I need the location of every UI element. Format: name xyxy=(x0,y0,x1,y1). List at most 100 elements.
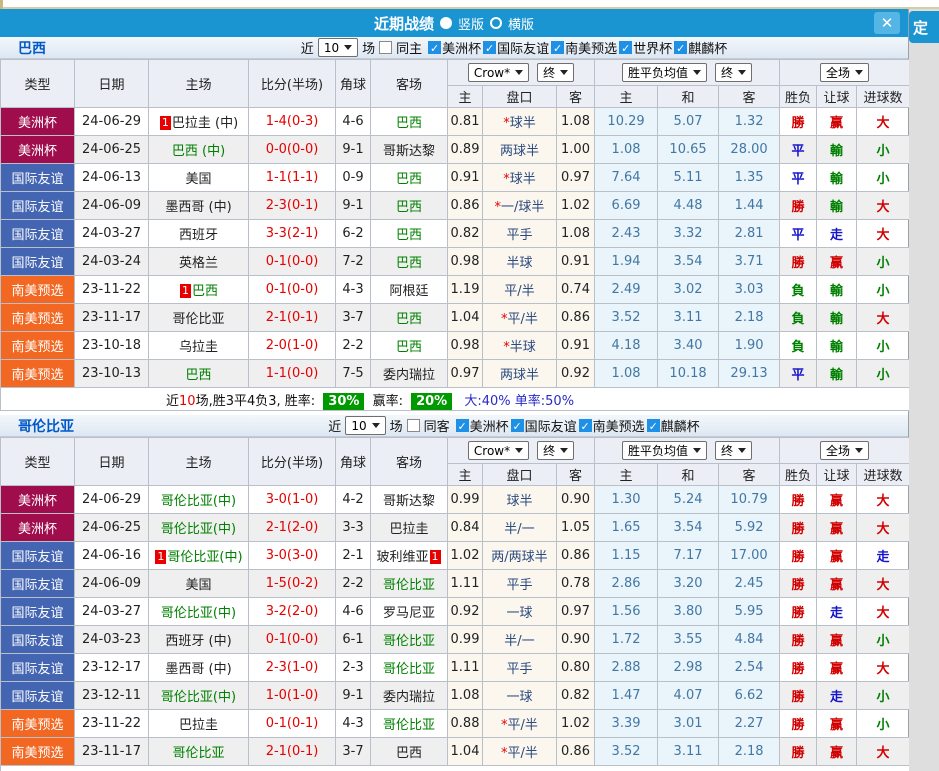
same-venue-checkbox[interactable] xyxy=(379,41,393,54)
layout-mode-group: 近期战绩 竖版 横版 xyxy=(374,13,534,34)
result-flag: 勝 xyxy=(779,737,818,766)
corner-count: 2-2 xyxy=(335,569,371,598)
away-team: 哥伦比亚 xyxy=(370,625,448,654)
mean-home: 10.29 xyxy=(594,107,659,136)
match-score: 0-1(0-0) xyxy=(248,247,336,276)
away-team: 巴西 xyxy=(370,107,448,136)
star-mark: * xyxy=(501,746,508,761)
handicap-result-flag: 赢 xyxy=(816,625,858,654)
mean-draw: 3.32 xyxy=(657,219,720,248)
team-filter-bar: 哥伦比亚 近 10 场 同客 ✓ 美洲杯 ✓ 国际友谊 ✓ 南美预选 ✓ 麒麟杯 xyxy=(0,415,908,437)
league-label: 美洲杯 xyxy=(442,42,482,57)
scope-select[interactable]: 全场 xyxy=(820,441,870,460)
match-score: 2-1(0-1) xyxy=(248,737,336,766)
close-icon[interactable]: ✕ xyxy=(874,12,900,34)
match-type-badge: 南美预选 xyxy=(0,737,75,766)
col-type: 类型 xyxy=(0,437,75,486)
scope-select[interactable]: 全场 xyxy=(820,63,870,82)
league-checkbox[interactable]: ✓ xyxy=(551,41,565,55)
league-checkbox[interactable]: ✓ xyxy=(428,41,442,55)
col-score: 比分(半场) xyxy=(248,59,336,108)
league-checkbox[interactable]: ✓ xyxy=(619,41,633,55)
league-checkbox[interactable]: ✓ xyxy=(578,419,592,433)
goals-flag: 小 xyxy=(856,681,911,710)
odds-time-select[interactable]: 终 xyxy=(537,63,575,82)
top-edge-strip xyxy=(0,0,939,9)
corner-count: 4-3 xyxy=(335,275,371,304)
same-venue-label: 同客 xyxy=(423,420,450,435)
league-checkbox[interactable]: ✓ xyxy=(646,419,660,433)
mean-type-select[interactable]: 胜平负均值 xyxy=(622,441,708,460)
match-count-select[interactable]: 10 xyxy=(317,38,359,57)
col-away: 客场 xyxy=(370,59,448,108)
away-odds: 0.78 xyxy=(555,569,596,598)
team-filter-bar: 巴西 近 10 场 同主 ✓ 美洲杯 ✓ 国际友谊 ✓ 南美预选 ✓ 世界杯 ✓ 麒麟杯 xyxy=(0,37,908,59)
horizontal-layout-label[interactable]: 横版 xyxy=(508,14,534,33)
odds-company-select[interactable]: Crow* xyxy=(467,441,530,460)
result-flag: 勝 xyxy=(779,485,818,514)
filter-controls: 近 10 场 同主 ✓ 美洲杯 ✓ 国际友谊 ✓ 南美预选 ✓ 世界杯 ✓ 麒麟杯 xyxy=(181,38,727,57)
league-checkbox[interactable]: ✓ xyxy=(455,419,469,433)
match-row: 国际友谊 23-12-17 墨西哥 (中) 2-3(1-0) 2-3 哥伦比亚 1.11 平手… xyxy=(0,653,911,682)
goals-flag: 小 xyxy=(856,709,911,738)
match-type-badge: 南美预选 xyxy=(0,331,75,360)
col-mean-home: 主 xyxy=(594,85,659,108)
away-team-name: 罗马尼亚 xyxy=(382,606,435,621)
same-venue-checkbox[interactable] xyxy=(406,419,420,432)
col-odds-away: 客 xyxy=(555,85,596,108)
mean-time-select[interactable]: 终 xyxy=(715,63,753,82)
away-odds: 0.82 xyxy=(555,681,596,710)
home-team: 墨西哥 (中) xyxy=(148,191,249,220)
corner-count: 9-1 xyxy=(335,191,371,220)
mean-control-cell: 胜平负均值 终 xyxy=(594,59,781,86)
corner-count: 0-9 xyxy=(335,163,371,192)
match-type-badge: 美洲杯 xyxy=(0,135,75,164)
odds-company-select[interactable]: Crow* xyxy=(467,63,530,82)
match-row: 国际友谊 23-12-11 哥伦比亚(中) 1-0(1-0) 9-1 委内瑞拉 1.08 一球… xyxy=(0,681,911,710)
home-odds: 0.99 xyxy=(447,625,483,654)
col-date: 日期 xyxy=(74,437,149,486)
odds-time-select[interactable]: 终 xyxy=(537,441,575,460)
result-flag: 勝 xyxy=(779,597,818,626)
summary-count: 10 xyxy=(179,393,196,409)
match-row: 国际友谊 24-06-13 美国 1-1(1-1) 0-9 巴西 0.91 *球半 0.97 7.… xyxy=(0,163,911,192)
col-odds-home: 主 xyxy=(447,463,483,486)
home-team: 1 巴拉圭 (中) xyxy=(148,107,249,136)
handicap-line: 球半 xyxy=(482,485,557,514)
away-odds: 1.00 xyxy=(555,135,596,164)
mean-home: 1.15 xyxy=(594,541,659,570)
away-odds: 1.08 xyxy=(555,219,596,248)
league-label: 国际友谊 xyxy=(497,42,550,57)
mean-away: 29.13 xyxy=(718,359,781,388)
vertical-layout-radio[interactable] xyxy=(439,17,452,29)
mean-home: 2.86 xyxy=(594,569,659,598)
away-team: 哥伦比亚 xyxy=(370,653,448,682)
vertical-layout-label[interactable]: 竖版 xyxy=(458,14,484,33)
horizontal-layout-radio[interactable] xyxy=(490,17,502,29)
match-score: 2-0(1-0) xyxy=(248,331,336,360)
handicap-line: 半球 xyxy=(482,247,557,276)
match-score: 1-4(0-3) xyxy=(248,107,336,136)
result-flag: 勝 xyxy=(779,513,818,542)
handicap-result-flag: 赢 xyxy=(816,513,858,542)
match-row: 美洲杯 24-06-25 哥伦比亚(中) 2-1(2-0) 3-3 巴拉圭 0.84 半/一 1… xyxy=(0,513,911,542)
col-handicap: 盘口 xyxy=(482,85,557,108)
pin-button[interactable]: 定 xyxy=(909,11,939,43)
team-name-heading: 哥伦比亚 xyxy=(18,418,74,435)
league-checkbox[interactable]: ✓ xyxy=(483,41,497,55)
match-type-badge: 国际友谊 xyxy=(0,569,75,598)
league-checkbox[interactable]: ✓ xyxy=(674,41,688,55)
mean-draw: 3.80 xyxy=(657,597,720,626)
mean-time-select[interactable]: 终 xyxy=(715,441,753,460)
mean-away: 3.71 xyxy=(718,247,781,276)
match-date: 24-06-29 xyxy=(74,107,149,136)
home-team-name: 巴西 (中) xyxy=(171,144,226,159)
match-date: 24-06-13 xyxy=(74,163,149,192)
home-team-name: 哥伦比亚(中) xyxy=(160,522,237,537)
mean-type-select[interactable]: 胜平负均值 xyxy=(622,63,708,82)
match-count-select[interactable]: 10 xyxy=(345,416,386,435)
league-checkbox[interactable]: ✓ xyxy=(510,419,524,433)
handicap-result-flag: 輸 xyxy=(816,303,858,332)
away-odds: 0.86 xyxy=(555,737,596,766)
star-mark: * xyxy=(503,340,510,355)
